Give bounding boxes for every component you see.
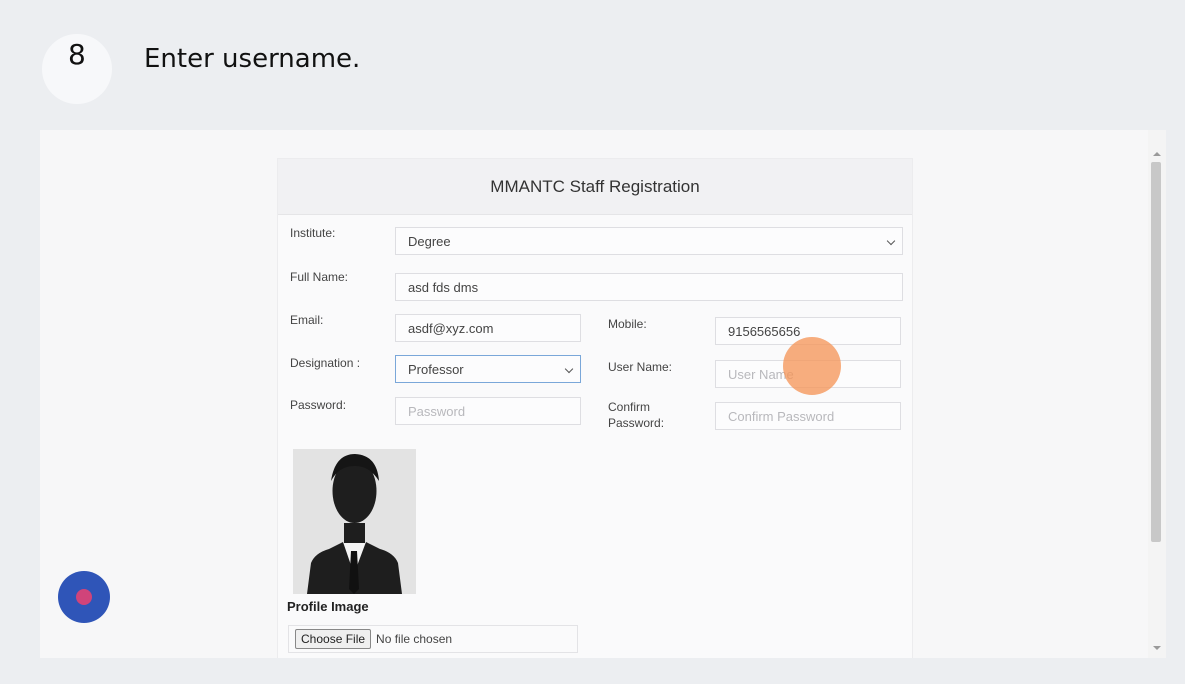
- profile-image-placeholder: [293, 449, 416, 594]
- step-instruction: Enter username.: [144, 44, 361, 74]
- file-status: No file chosen: [376, 632, 453, 646]
- record-dot-icon: [76, 589, 92, 605]
- mobile-value: 9156565656: [728, 323, 801, 339]
- scroll-down-arrow-icon[interactable]: [1153, 646, 1161, 650]
- browser-viewport: MMANTC Staff Registration Institute: Deg…: [40, 130, 1166, 658]
- chevron-down-icon: [564, 364, 574, 374]
- record-button[interactable]: [58, 571, 110, 623]
- step-number: 8: [68, 38, 86, 71]
- person-silhouette-icon: [293, 449, 416, 594]
- email-label: Email:: [290, 313, 324, 327]
- password-input[interactable]: Password: [395, 397, 581, 425]
- email-value: asdf@xyz.com: [408, 320, 494, 336]
- full-name-value: asd fds dms: [408, 279, 479, 295]
- full-name-label: Full Name:: [290, 270, 349, 284]
- registration-card: MMANTC Staff Registration Institute: Deg…: [277, 158, 913, 658]
- confirm-password-placeholder: Confirm Password: [728, 408, 835, 424]
- choose-file-button[interactable]: Choose File: [295, 629, 372, 649]
- profile-image-file-input[interactable]: Choose File No file chosen: [288, 625, 578, 653]
- password-label: Password:: [290, 398, 347, 412]
- user-name-label: User Name:: [608, 360, 673, 374]
- form-title: MMANTC Staff Registration: [278, 159, 912, 215]
- profile-image-label: Profile Image: [287, 599, 369, 614]
- password-placeholder: Password: [408, 403, 466, 419]
- confirm-password-label-line2: Password:: [608, 416, 665, 430]
- confirm-password-input[interactable]: Confirm Password: [715, 402, 901, 430]
- designation-label: Designation :: [290, 356, 361, 370]
- vertical-scrollbar[interactable]: [1148, 130, 1166, 658]
- confirm-password-label-line1: Confirm: [608, 400, 651, 414]
- confirm-password-label: Confirm Password:: [608, 399, 664, 431]
- mobile-label: Mobile:: [608, 317, 647, 331]
- institute-label: Institute:: [290, 226, 336, 240]
- scroll-up-arrow-icon[interactable]: [1153, 152, 1161, 156]
- designation-value: Professor: [408, 361, 464, 377]
- click-highlight: [783, 337, 841, 395]
- institute-select[interactable]: Degree: [395, 227, 903, 255]
- scroll-thumb[interactable]: [1151, 162, 1161, 542]
- email-input[interactable]: asdf@xyz.com: [395, 314, 581, 342]
- chevron-down-icon: [886, 236, 896, 246]
- institute-value: Degree: [408, 233, 451, 249]
- full-name-input[interactable]: asd fds dms: [395, 273, 903, 301]
- designation-select[interactable]: Professor: [395, 355, 581, 383]
